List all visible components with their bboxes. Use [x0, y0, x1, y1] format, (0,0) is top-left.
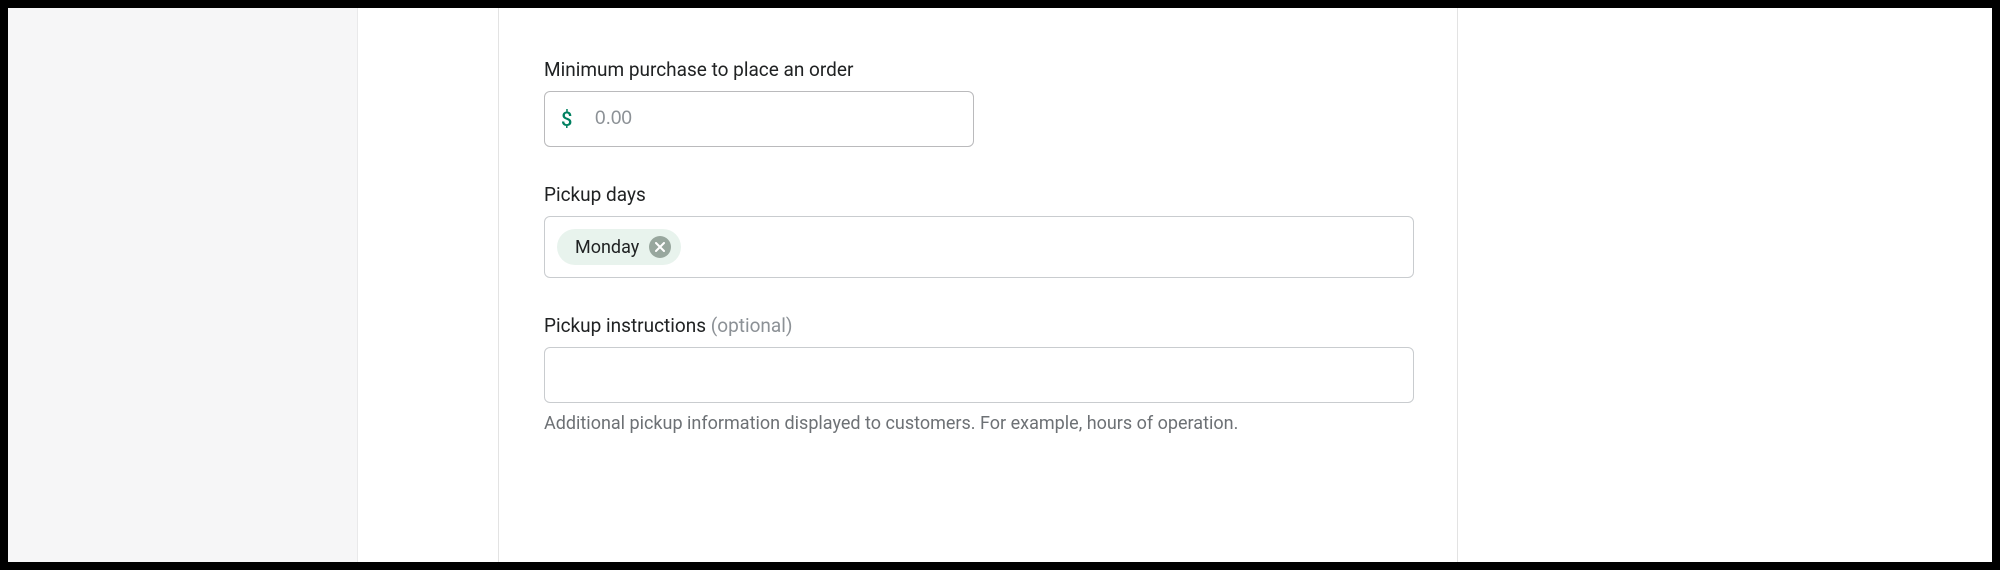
- pickup-instructions-label: Pickup instructions (optional): [544, 314, 1412, 337]
- left-sidebar: [8, 8, 358, 562]
- pickup-days-group: Pickup days Monday: [544, 183, 1412, 278]
- pickup-instructions-group: Pickup instructions (optional) Additiona…: [544, 314, 1412, 434]
- close-icon: [655, 242, 665, 252]
- tag-monday: Monday: [557, 229, 681, 265]
- currency-input-wrapper: $: [544, 91, 974, 147]
- tag-label: Monday: [575, 237, 639, 258]
- pickup-instructions-label-text: Pickup instructions: [544, 314, 706, 337]
- main-area: Minimum purchase to place an order $ Pic…: [358, 8, 1992, 562]
- optional-text: (optional): [711, 314, 793, 337]
- right-space: [1458, 8, 1992, 562]
- pickup-instructions-help: Additional pickup information displayed …: [544, 413, 1412, 434]
- page-container: Minimum purchase to place an order $ Pic…: [0, 0, 2000, 570]
- pickup-instructions-input[interactable]: [544, 347, 1414, 403]
- minimum-purchase-group: Minimum purchase to place an order $: [544, 58, 1412, 147]
- pickup-days-label: Pickup days: [544, 183, 1412, 206]
- pickup-days-input[interactable]: Monday: [544, 216, 1414, 278]
- minimum-purchase-label: Minimum purchase to place an order: [544, 58, 1412, 81]
- tag-remove-button[interactable]: [649, 236, 671, 258]
- minimum-purchase-input[interactable]: [544, 91, 974, 147]
- settings-form: Minimum purchase to place an order $ Pic…: [498, 8, 1458, 562]
